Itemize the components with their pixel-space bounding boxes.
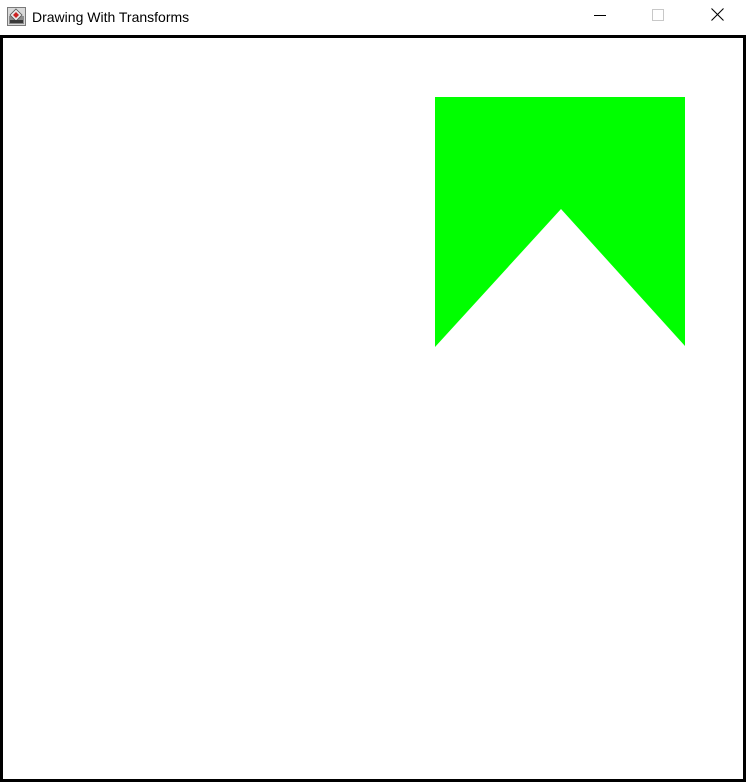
drawing-surface <box>435 97 685 347</box>
maximize-button[interactable] <box>629 0 687 33</box>
java-cup-icon[interactable] <box>7 7 26 26</box>
maximize-icon <box>652 8 664 26</box>
drawing-canvas[interactable] <box>0 35 746 782</box>
green-chevron-shape <box>435 97 685 347</box>
minimize-button[interactable] <box>571 0 629 33</box>
window-title: Drawing With Transforms <box>32 9 190 25</box>
close-icon <box>710 7 724 26</box>
close-button[interactable] <box>688 0 746 33</box>
app-window: Drawing With Transforms <box>0 0 746 782</box>
title-bar[interactable]: Drawing With Transforms <box>0 0 746 35</box>
minimize-icon <box>594 8 606 26</box>
